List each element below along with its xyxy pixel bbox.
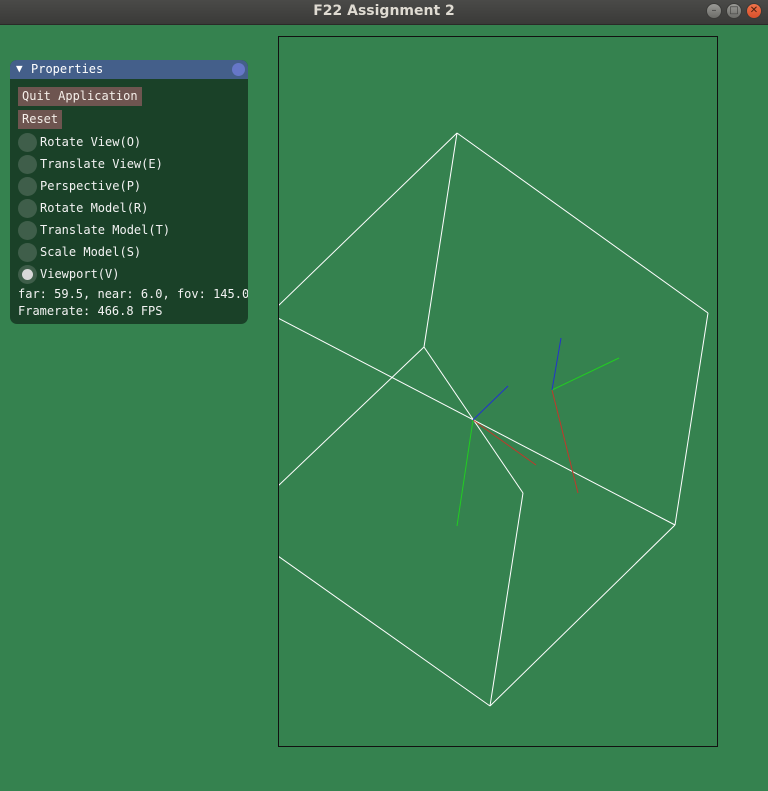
panel-title: Properties <box>31 62 104 76</box>
radio-icon[interactable] <box>18 155 37 174</box>
cube-edge <box>279 556 491 707</box>
properties-panel: ▼ Properties Quit Application Reset Rota… <box>10 60 248 324</box>
z-axis-line <box>472 385 509 421</box>
x-axis-line <box>551 389 579 494</box>
reset-button[interactable]: Reset <box>18 110 63 129</box>
radio-icon[interactable] <box>18 199 37 218</box>
quit-application-button[interactable]: Quit Application <box>18 87 142 106</box>
framerate-text: Framerate: 466.8 FPS <box>18 304 163 318</box>
radio-icon[interactable] <box>18 177 37 196</box>
y-axis-line <box>551 357 620 391</box>
x-axis-line <box>472 419 537 466</box>
cube-edge <box>423 132 458 348</box>
radio-icon[interactable] <box>18 243 37 262</box>
cube-edge <box>279 346 425 486</box>
wireframe-cube <box>279 132 709 707</box>
panel-header[interactable]: ▼ Properties <box>10 60 248 79</box>
mode-label: Translate Model(T) <box>40 223 171 237</box>
scene-canvas[interactable] <box>278 36 718 747</box>
cube-edge <box>489 492 524 707</box>
close-icon[interactable]: ✕ <box>746 3 762 19</box>
radio-selected-icon[interactable] <box>18 265 37 284</box>
collapse-arrow-icon[interactable]: ▼ <box>16 62 23 75</box>
cube-edge <box>456 132 709 314</box>
cube-edge <box>489 524 676 707</box>
mode-label: Rotate Model(R) <box>40 201 149 215</box>
render-viewport[interactable] <box>278 36 718 747</box>
z-axis-line <box>551 337 562 391</box>
minimize-icon[interactable]: – <box>706 3 722 19</box>
mode-label: Viewport(V) <box>40 267 120 281</box>
axes-gizmo-right <box>551 337 620 494</box>
mode-label: Rotate View(O) <box>40 135 142 149</box>
window-title: F22 Assignment 2 <box>313 3 455 19</box>
cube-edge <box>674 312 709 526</box>
mode-label: Translate View(E) <box>40 157 163 171</box>
title-bar[interactable]: F22 Assignment 2 – □ ✕ <box>0 0 768 25</box>
close-panel-icon[interactable] <box>232 63 245 76</box>
cube-edge <box>279 317 676 526</box>
maximize-icon[interactable]: □ <box>726 3 742 19</box>
mode-label: Perspective(P) <box>40 179 142 193</box>
camera-info-text: far: 59.5, near: 6.0, fov: 145.0 <box>18 287 248 301</box>
radio-icon[interactable] <box>18 221 37 240</box>
axes-gizmo-left <box>456 385 537 527</box>
mode-label: Scale Model(S) <box>40 245 142 259</box>
radio-icon[interactable] <box>18 133 37 152</box>
cube-edge <box>279 132 458 306</box>
y-axis-line <box>456 419 474 527</box>
